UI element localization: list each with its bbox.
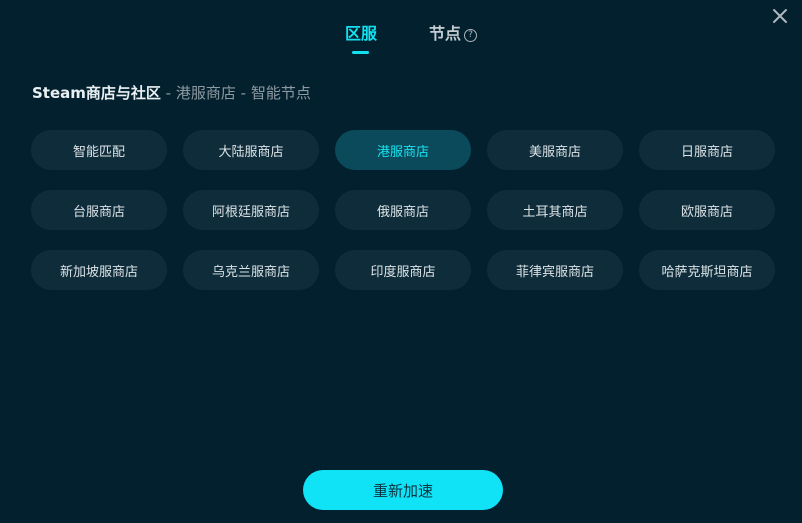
region-label: 日服商店 [680, 144, 733, 160]
region-button-taiwan[interactable]: 台服商店 [31, 190, 167, 230]
breadcrumb-game: Steam商店与社区 [32, 84, 161, 102]
region-button-kazakhstan[interactable]: 哈萨克斯坦商店 [639, 250, 775, 290]
region-label: 台服商店 [72, 204, 125, 220]
region-label: 智能匹配 [72, 144, 125, 160]
tab-node-label: 节点 [429, 24, 462, 43]
breadcrumb-node: 智能节点 [250, 84, 311, 102]
region-label: 哈萨克斯坦商店 [661, 264, 753, 280]
tab-region[interactable]: 区服 [345, 20, 377, 44]
region-button-argentina[interactable]: 阿根廷服商店 [183, 190, 319, 230]
region-button-us[interactable]: 美服商店 [487, 130, 623, 170]
reaccelerate-label: 重新加速 [372, 482, 433, 500]
region-button-japan[interactable]: 日服商店 [639, 130, 775, 170]
tab-region-label: 区服 [345, 24, 378, 43]
close-icon[interactable] [772, 8, 788, 24]
breadcrumb-separator: - [160, 84, 176, 102]
region-label: 新加坡服商店 [59, 264, 138, 280]
region-button-india[interactable]: 印度服商店 [335, 250, 471, 290]
region-button-turkey[interactable]: 土耳其商店 [487, 190, 623, 230]
region-button-singapore[interactable]: 新加坡服商店 [31, 250, 167, 290]
region-label: 乌克兰服商店 [211, 264, 290, 280]
region-button-philippines[interactable]: 菲律宾服商店 [487, 250, 623, 290]
active-tab-indicator [352, 51, 369, 54]
region-button-europe[interactable]: 欧服商店 [639, 190, 775, 230]
region-select-dialog: 区服 节点? Steam商店与社区 - 港服商店 - 智能节点 智能匹配 大陆服… [0, 0, 802, 523]
region-button-mainland[interactable]: 大陆服商店 [183, 130, 319, 170]
help-icon[interactable]: ? [464, 29, 478, 42]
region-button-russia[interactable]: 俄服商店 [335, 190, 471, 230]
tab-bar: 区服 节点? [0, 20, 802, 60]
region-button-hongkong[interactable]: 港服商店 [335, 130, 471, 170]
region-button-ukraine[interactable]: 乌克兰服商店 [183, 250, 319, 290]
breadcrumb: Steam商店与社区 - 港服商店 - 智能节点 [32, 82, 311, 103]
region-label: 港服商店 [376, 144, 429, 160]
tab-node[interactable]: 节点? [429, 20, 478, 44]
breadcrumb-region: 港服商店 [175, 84, 236, 102]
reaccelerate-button[interactable]: 重新加速 [303, 470, 503, 510]
region-label: 土耳其商店 [522, 204, 588, 220]
region-label: 欧服商店 [680, 204, 733, 220]
region-label: 俄服商店 [376, 204, 429, 220]
breadcrumb-separator: - [235, 84, 251, 102]
region-label: 阿根廷服商店 [211, 204, 290, 220]
region-label: 大陆服商店 [218, 144, 284, 160]
region-label: 印度服商店 [370, 264, 436, 280]
region-label: 美服商店 [528, 144, 581, 160]
region-button-smart-match[interactable]: 智能匹配 [31, 130, 167, 170]
region-label: 菲律宾服商店 [515, 264, 594, 280]
